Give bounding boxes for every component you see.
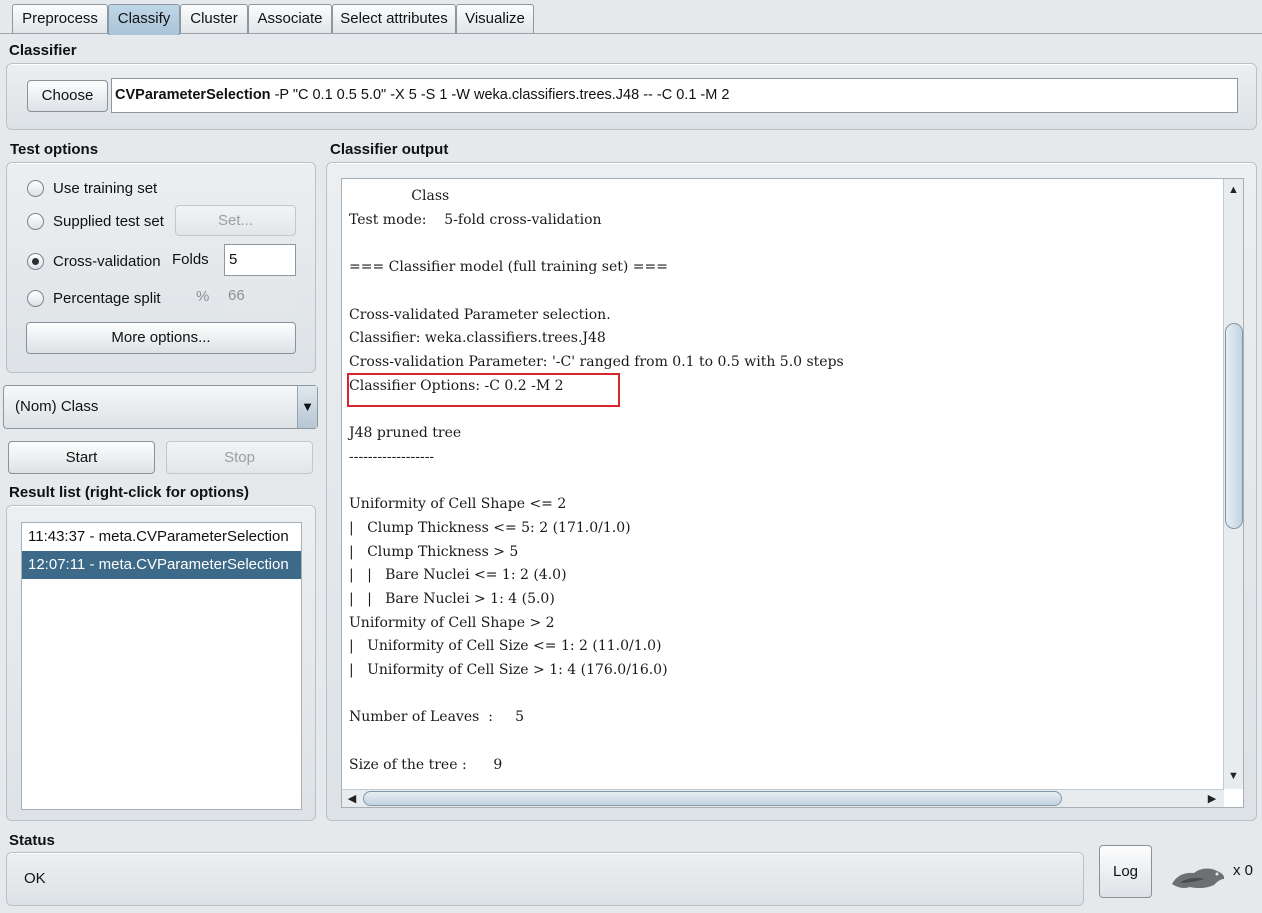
output-line: Cross-validation Parameter: '-C' ranged … <box>349 353 844 370</box>
scroll-right-icon[interactable]: ▶ <box>1204 790 1220 807</box>
tab-cluster[interactable]: Cluster <box>180 4 248 34</box>
result-list-item[interactable]: 11:43:37 - meta.CVParameterSelection <box>22 523 301 551</box>
scroll-left-icon[interactable]: ◀ <box>344 790 360 807</box>
classifier-options: -P "C 0.1 0.5 5.0" -X 5 -S 1 -W weka.cla… <box>270 87 730 103</box>
tab-bar: Preprocess Classify Cluster Associate Se… <box>0 0 1262 35</box>
percent-symbol: % <box>196 288 210 305</box>
tab-select-attributes[interactable]: Select attributes <box>332 4 456 34</box>
output-line: | Clump Thickness > 5 <box>349 543 519 560</box>
output-line: Cross-validated Parameter selection. <box>349 306 611 323</box>
stop-button[interactable]: Stop <box>166 441 313 474</box>
chevron-down-icon[interactable]: ▼ <box>297 386 317 428</box>
output-line: | Uniformity of Cell Size <= 1: 2 (11.0/… <box>349 638 662 655</box>
use-training-set-radio[interactable] <box>27 179 44 197</box>
cross-validation-radio[interactable] <box>27 252 44 270</box>
folds-label: Folds <box>172 251 209 268</box>
classifier-section-title: Classifier <box>9 42 77 59</box>
classifier-output-title: Classifier output <box>330 141 449 158</box>
weka-bird-icon <box>1170 864 1226 892</box>
result-list[interactable]: 11:43:37 - meta.CVParameterSelection 12:… <box>21 522 302 810</box>
supplied-test-set-radio[interactable] <box>27 212 44 230</box>
output-line: Size of the tree : 9 <box>349 756 503 773</box>
use-training-set-option[interactable]: Use training set <box>27 178 157 198</box>
status-title: Status <box>9 832 55 849</box>
set-test-file-button[interactable]: Set... <box>175 205 296 236</box>
classifier-output-area[interactable]: Class Test mode: 5-fold cross-validation … <box>341 178 1244 808</box>
output-line: Number of Leaves : 5 <box>349 709 525 726</box>
percentage-split-radio[interactable] <box>27 289 44 307</box>
supplied-test-set-option[interactable]: Supplied test set <box>27 211 164 231</box>
horizontal-scrollbar[interactable]: ◀ ▶ <box>342 789 1224 807</box>
classifier-output-panel: Class Test mode: 5-fold cross-validation … <box>326 162 1257 821</box>
use-training-set-label: Use training set <box>53 179 158 197</box>
vertical-scroll-thumb[interactable] <box>1225 323 1243 529</box>
status-text: OK <box>24 870 46 887</box>
result-list-panel: 11:43:37 - meta.CVParameterSelection 12:… <box>6 505 316 821</box>
task-count: x 0 <box>1233 862 1254 879</box>
test-options-title: Test options <box>10 141 99 158</box>
scroll-up-icon[interactable]: ▲ <box>1224 181 1243 199</box>
percentage-split-option[interactable]: Percentage split <box>27 288 161 308</box>
horizontal-scroll-thumb[interactable] <box>363 791 1062 806</box>
classifier-name: CVParameterSelection <box>115 87 271 103</box>
scroll-down-icon[interactable]: ▼ <box>1224 767 1243 785</box>
output-line: | | Bare Nuclei > 1: 4 (5.0) <box>349 590 555 607</box>
folds-input[interactable]: 5 <box>224 244 296 276</box>
output-line: Uniformity of Cell Shape <= 2 <box>349 496 567 513</box>
class-attribute-select[interactable]: (Nom) Class ▼ <box>3 385 318 429</box>
tab-preprocess[interactable]: Preprocess <box>12 4 108 34</box>
log-button[interactable]: Log <box>1099 845 1152 898</box>
more-options-button[interactable]: More options... <box>26 322 296 354</box>
vertical-scrollbar[interactable]: ▲ ▼ <box>1223 179 1243 789</box>
output-line: J48 pruned tree <box>349 425 462 442</box>
percentage-split-label: Percentage split <box>53 289 161 307</box>
output-line: Test mode: 5-fold cross-validation <box>349 211 602 228</box>
start-button[interactable]: Start <box>8 441 155 474</box>
cross-validation-label: Cross-validation <box>53 252 161 270</box>
classifier-config-field[interactable]: CVParameterSelection -P "C 0.1 0.5 5.0" … <box>111 78 1238 113</box>
classifier-panel: Choose CVParameterSelection -P "C 0.1 0.… <box>6 63 1257 130</box>
output-line: ------------------ <box>349 448 435 465</box>
class-attribute-value: (Nom) Class <box>15 398 99 415</box>
status-panel: OK <box>6 852 1084 906</box>
result-list-title: Result list (right-click for options) <box>9 484 250 501</box>
classifier-output-text: Class Test mode: 5-fold cross-validation … <box>349 185 844 778</box>
supplied-test-set-label: Supplied test set <box>53 212 164 230</box>
percent-split-input[interactable]: 66 <box>224 281 296 313</box>
result-list-item-selected[interactable]: 12:07:11 - meta.CVParameterSelection <box>22 551 301 579</box>
test-options-panel: Use training set Supplied test set Set..… <box>6 162 316 373</box>
output-line: | Clump Thickness <= 5: 2 (171.0/1.0) <box>349 519 631 536</box>
output-line: | | Bare Nuclei <= 1: 2 (4.0) <box>349 567 567 584</box>
output-line: Class <box>349 188 450 204</box>
output-line: === Classifier model (full training set)… <box>349 259 668 276</box>
choose-button[interactable]: Choose <box>27 80 108 112</box>
classifier-options-highlight <box>347 373 620 407</box>
output-line: Uniformity of Cell Shape > 2 <box>349 614 555 631</box>
cross-validation-option[interactable]: Cross-validation <box>27 251 161 271</box>
tab-visualize[interactable]: Visualize <box>456 4 534 34</box>
tab-classify[interactable]: Classify <box>108 4 180 35</box>
tab-associate[interactable]: Associate <box>248 4 332 34</box>
output-line: | Uniformity of Cell Size > 1: 4 (176.0/… <box>349 662 668 679</box>
output-line: Classifier: weka.classifiers.trees.J48 <box>349 330 606 347</box>
